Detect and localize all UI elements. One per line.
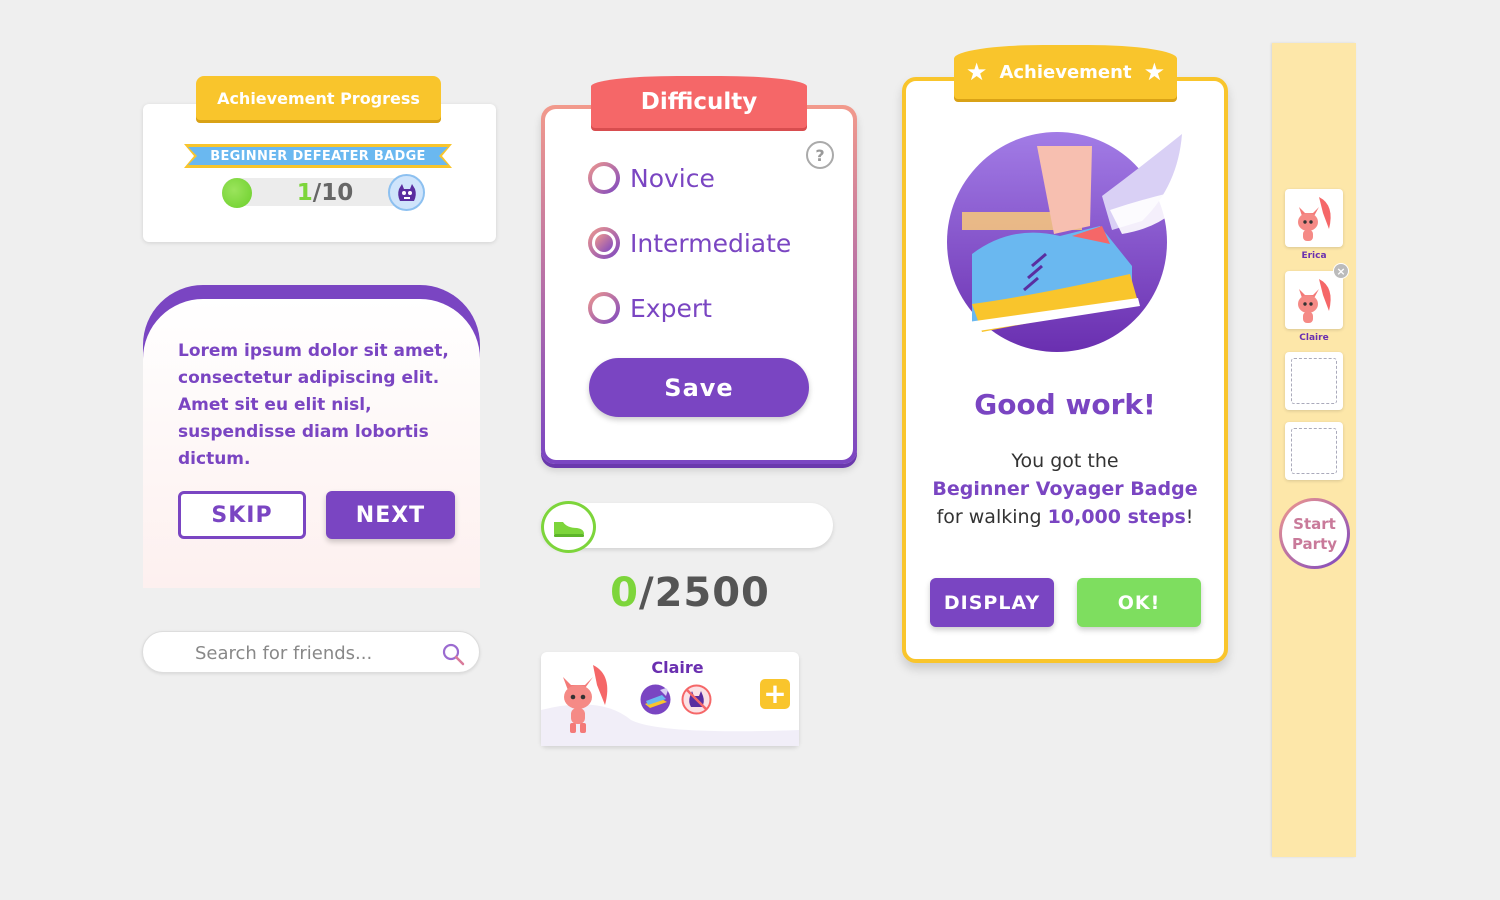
difficulty-option-label: Expert <box>630 293 712 323</box>
friend-search-bar <box>142 631 480 673</box>
step-current: 0 <box>610 570 639 616</box>
fox-avatar-icon <box>1298 197 1331 241</box>
skip-button[interactable]: SKIP <box>178 491 306 539</box>
achievement-progress-count: 1/10 <box>260 178 390 208</box>
progress-dot <box>222 178 252 208</box>
defeater-badge-icon <box>681 684 712 715</box>
step-count: 0/2500 <box>560 570 820 616</box>
save-button[interactable]: Save <box>589 358 809 417</box>
party-member-name: Erica <box>1301 251 1327 261</box>
difficulty-option-expert[interactable]: Expert <box>588 292 712 324</box>
shoe-icon <box>553 522 584 537</box>
fox-avatar-icon <box>1298 279 1331 323</box>
achievement-badge-name: Beginner Voyager Badge <box>932 478 1198 500</box>
tutorial-text: Lorem ipsum dolor sit amet, consectetur … <box>178 341 449 469</box>
party-slot-erica[interactable] <box>1285 189 1343 247</box>
voyager-badge-icon <box>640 684 671 715</box>
achievement-steps: 10,000 steps <box>1047 506 1186 528</box>
difficulty-option-novice[interactable]: Novice <box>588 162 715 194</box>
party-slot-empty[interactable] <box>1285 422 1343 480</box>
achievement-progress-title: Achievement Progress <box>196 76 441 120</box>
achievement-title: Achievement <box>999 61 1132 83</box>
step-total: /2500 <box>638 570 770 616</box>
achievement-heading: Good work! <box>974 388 1156 421</box>
star-icon: ★ <box>1143 58 1166 86</box>
achievement-description: You got the Beginner Voyager Badge for w… <box>920 447 1210 531</box>
star-icon: ★ <box>965 58 988 86</box>
friend-name: Claire <box>651 658 704 677</box>
start-party-button[interactable]: Start Party <box>1279 498 1350 569</box>
start-party-label: Start Party <box>1282 501 1347 566</box>
achievement-line-3-prefix: for walking <box>936 506 1048 528</box>
progress-current: 1 <box>296 180 313 206</box>
achievement-line-3: for walking 10,000 steps! <box>920 503 1210 531</box>
step-progress-knob <box>541 501 596 553</box>
badge-name: BEGINNER DEFEATER BADGE <box>210 148 426 164</box>
radio-expert[interactable] <box>588 292 620 324</box>
radio-intermediate[interactable] <box>588 227 620 259</box>
start-party-label-line-2: Party <box>1291 534 1338 553</box>
search-icon[interactable] <box>441 642 465 666</box>
party-slot-claire[interactable] <box>1285 271 1343 329</box>
search-input[interactable] <box>195 640 435 666</box>
party-member-name: Claire <box>1299 333 1329 343</box>
ok-button[interactable]: OK! <box>1077 578 1201 627</box>
remove-member-icon[interactable]: × <box>1333 263 1349 279</box>
display-button[interactable]: DISPLAY <box>930 578 1054 627</box>
achievement-line-3-suffix: ! <box>1185 506 1194 528</box>
fox-avatar-icon <box>563 665 608 733</box>
next-button[interactable]: NEXT <box>326 491 455 539</box>
difficulty-option-intermediate[interactable]: Intermediate <box>588 227 791 259</box>
achievement-progress-card <box>143 104 496 242</box>
winged-shoe-badge-icon <box>947 132 1192 352</box>
difficulty-title: Difficulty <box>591 76 807 128</box>
help-icon[interactable]: ? <box>806 141 834 169</box>
progress-total: /10 <box>312 180 354 206</box>
radio-novice[interactable] <box>588 162 620 194</box>
difficulty-option-label: Intermediate <box>630 228 792 258</box>
add-friend-button[interactable]: + <box>760 679 790 709</box>
achievement-tab: ★ Achievement ★ <box>954 45 1177 99</box>
monster-badge-icon <box>388 174 425 211</box>
friend-badges <box>640 684 712 715</box>
start-party-label-line-1: Start <box>1293 514 1336 533</box>
party-slot-empty[interactable] <box>1285 352 1343 410</box>
difficulty-option-label: Novice <box>630 163 715 193</box>
achievement-line-1: You got the <box>1011 450 1119 472</box>
